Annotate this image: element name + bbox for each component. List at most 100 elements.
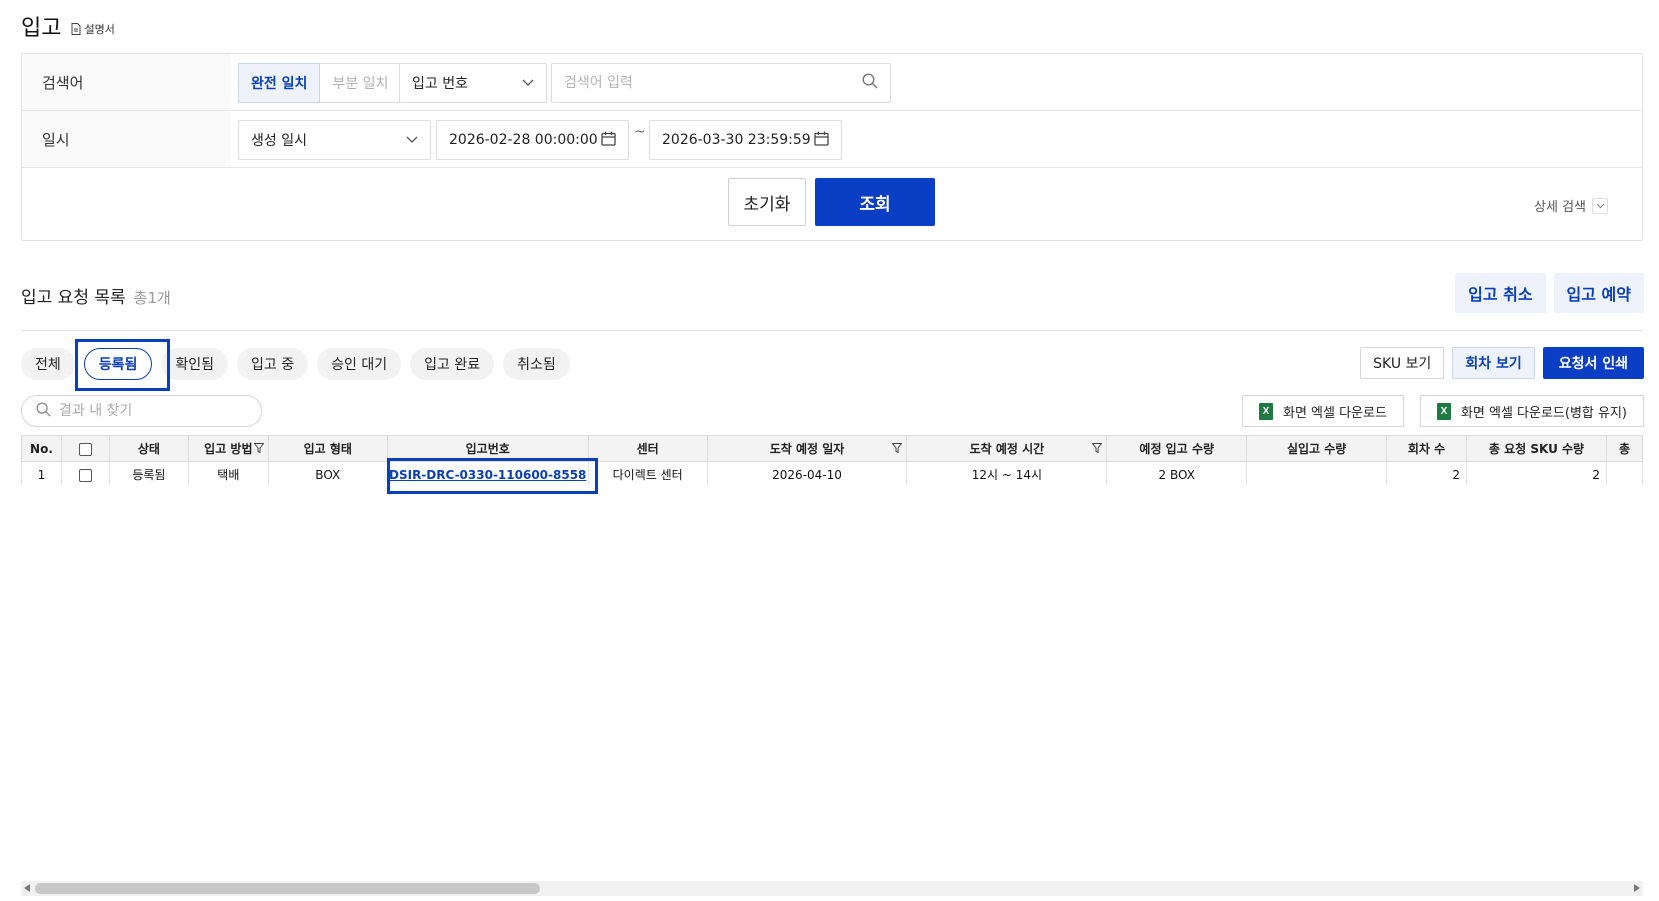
date-row: 일시 생성 일시 2026-02-28 00:00:00 ~ 2026-03-3… xyxy=(22,111,1642,168)
col-status: 상태 xyxy=(108,435,189,462)
status-filter-tabs: 전체 등록됨 확인됨 입고 중 승인 대기 입고 완료 취소됨 xyxy=(21,348,570,380)
col-method[interactable]: 입고 방법 xyxy=(187,435,269,462)
search-icon[interactable] xyxy=(862,73,878,93)
status-tab-registered[interactable]: 등록됨 xyxy=(83,348,153,380)
col-no: No. xyxy=(21,435,62,462)
list-header: 입고 요청 목록 총1개 xyxy=(21,283,171,308)
filter-icon[interactable] xyxy=(253,443,264,453)
search-field-value: 입고 번호 xyxy=(412,76,468,92)
view-round-button[interactable]: 회차 보기 xyxy=(1452,347,1535,379)
col-type: 입고 형태 xyxy=(267,435,388,462)
search-button[interactable]: 조회 xyxy=(815,178,935,226)
filter-icon[interactable] xyxy=(892,443,903,453)
excel-actions: X 화면 엑셀 다운로드 X 화면 엑셀 다운로드(병합 유지) xyxy=(1241,395,1644,427)
cell-rounds: 2 xyxy=(1386,461,1468,485)
col-planned-qty: 예정 입고 수량 xyxy=(1106,435,1248,462)
status-tab-completed[interactable]: 입고 완료 xyxy=(410,348,495,380)
exact-match-button[interactable]: 완전 일치 xyxy=(238,63,321,103)
search-icon xyxy=(36,401,51,421)
status-tab-confirmed[interactable]: 확인됨 xyxy=(161,348,229,380)
page-title: 입고 xyxy=(21,16,62,41)
cell-type: BOX xyxy=(267,461,388,485)
calendar-icon[interactable] xyxy=(601,131,616,150)
excel-icon: X xyxy=(1258,402,1273,420)
col-arrival-time[interactable]: 도착 예정 시간 xyxy=(906,435,1108,462)
col-total-sku: 총 요청 SKU 수량 xyxy=(1466,435,1607,462)
keyword-input[interactable] xyxy=(564,75,862,91)
manual-link[interactable]: 설명서 xyxy=(71,21,115,37)
cell-status: 등록됨 xyxy=(108,461,189,485)
excel-download-merged-button[interactable]: X 화면 엑셀 다운로드(병합 유지) xyxy=(1419,395,1644,427)
reserve-inbound-button[interactable]: 입고 예약 xyxy=(1553,273,1644,313)
cell-inbound-no: DSIR-DRC-0330-110600-8558 xyxy=(386,461,589,485)
keyword-row: 검색어 완전 일치 부분 일치 입고 번호 xyxy=(22,54,1642,111)
result-filter-box xyxy=(21,395,262,427)
scroll-right-arrow[interactable] xyxy=(1634,884,1640,892)
scroll-left-arrow[interactable] xyxy=(24,884,30,892)
keyword-label: 검색어 xyxy=(22,54,230,110)
table-header-row: No. 상태 입고 방법 입고 형태 입고번호 센터 도착 예정 일자 도착 예… xyxy=(21,435,1643,462)
keyword-input-box xyxy=(551,63,891,103)
scrollbar-thumb[interactable] xyxy=(35,883,540,894)
col-rounds: 회차 수 xyxy=(1386,435,1468,462)
chevron-down-icon xyxy=(1592,197,1608,214)
status-tab-all[interactable]: 전체 xyxy=(21,348,75,380)
select-all-checkbox[interactable] xyxy=(78,442,92,456)
status-tab-in-progress[interactable]: 입고 중 xyxy=(237,348,309,380)
partial-match-button[interactable]: 부분 일치 xyxy=(320,63,402,103)
col-inbound-no: 입고번호 xyxy=(386,435,589,462)
col-arrival-date[interactable]: 도착 예정 일자 xyxy=(706,435,908,462)
search-panel: 검색어 완전 일치 부분 일치 입고 번호 일시 생성 일시 2026-02-2… xyxy=(21,53,1643,241)
cell-method: 택배 xyxy=(187,461,269,485)
cell-actual-qty xyxy=(1246,461,1388,485)
row-checkbox[interactable] xyxy=(78,468,92,482)
cell-truncated xyxy=(1605,461,1643,485)
status-tab-cancelled[interactable]: 취소됨 xyxy=(503,348,570,380)
col-arrival-date-label: 도착 예정 일자 xyxy=(769,442,845,456)
col-select-all xyxy=(60,435,110,462)
print-request-button[interactable]: 요청서 인쇄 xyxy=(1542,347,1644,379)
date-to-input[interactable]: 2026-03-30 23:59:59 xyxy=(649,120,842,160)
match-toggle: 완전 일치 부분 일치 xyxy=(238,63,402,103)
chevron-down-icon xyxy=(406,136,418,144)
filter-icon[interactable] xyxy=(1092,443,1103,453)
inbound-number-link[interactable]: DSIR-DRC-0330-110600-8558 xyxy=(389,468,586,482)
excel-icon: X xyxy=(1436,402,1451,420)
list-title: 입고 요청 목록 xyxy=(21,288,126,308)
cell-total-sku: 2 xyxy=(1466,461,1607,485)
date-from-value: 2026-02-28 00:00:00 xyxy=(449,132,598,148)
horizontal-scrollbar[interactable] xyxy=(21,881,1643,896)
cell-arrival-date: 2026-04-10 xyxy=(706,461,908,485)
calendar-icon[interactable] xyxy=(814,131,829,150)
inbound-table-container: No. 상태 입고 방법 입고 형태 입고번호 센터 도착 예정 일자 도착 예… xyxy=(21,435,1643,485)
search-field-select[interactable]: 입고 번호 xyxy=(399,63,547,103)
page-header: 입고 설명서 xyxy=(21,10,115,42)
status-tab-pending-approval[interactable]: 승인 대기 xyxy=(317,348,402,380)
view-sku-button[interactable]: SKU 보기 xyxy=(1360,347,1445,379)
date-label: 일시 xyxy=(22,111,230,167)
excel-download-merged-label: 화면 엑셀 다운로드(병합 유지) xyxy=(1460,405,1627,421)
chevron-down-icon xyxy=(522,79,534,87)
reset-button[interactable]: 초기화 xyxy=(728,178,806,226)
list-top-actions: 입고 취소 입고 예약 xyxy=(1455,273,1644,313)
section-divider xyxy=(21,330,1643,331)
col-actual-qty: 실입고 수량 xyxy=(1246,435,1388,462)
cell-planned-qty: 2 BOX xyxy=(1106,461,1248,485)
cell-center: 다이렉트 센터 xyxy=(587,461,708,485)
advanced-search-toggle[interactable]: 상세 검색 xyxy=(1534,196,1608,215)
table-row[interactable]: 1 등록됨 택배 BOX DSIR-DRC-0330-110600-8558 다… xyxy=(21,461,1643,485)
list-count: 총1개 xyxy=(133,289,171,307)
manual-label: 설명서 xyxy=(84,23,115,36)
cancel-inbound-button[interactable]: 입고 취소 xyxy=(1455,273,1546,313)
date-from-input[interactable]: 2026-02-28 00:00:00 xyxy=(436,120,629,160)
excel-download-button[interactable]: X 화면 엑셀 다운로드 xyxy=(1241,395,1404,427)
excel-download-label: 화면 엑셀 다운로드 xyxy=(1282,405,1387,421)
date-type-value: 생성 일시 xyxy=(251,133,307,149)
result-filter-input[interactable] xyxy=(59,403,247,419)
col-total-truncated: 총 xyxy=(1605,435,1643,462)
col-method-label: 입고 방법 xyxy=(204,442,253,456)
document-icon xyxy=(71,23,81,35)
cell-arrival-time: 12시 ~ 14시 xyxy=(906,461,1108,485)
date-to-value: 2026-03-30 23:59:59 xyxy=(662,132,811,148)
date-type-select[interactable]: 생성 일시 xyxy=(238,120,431,160)
